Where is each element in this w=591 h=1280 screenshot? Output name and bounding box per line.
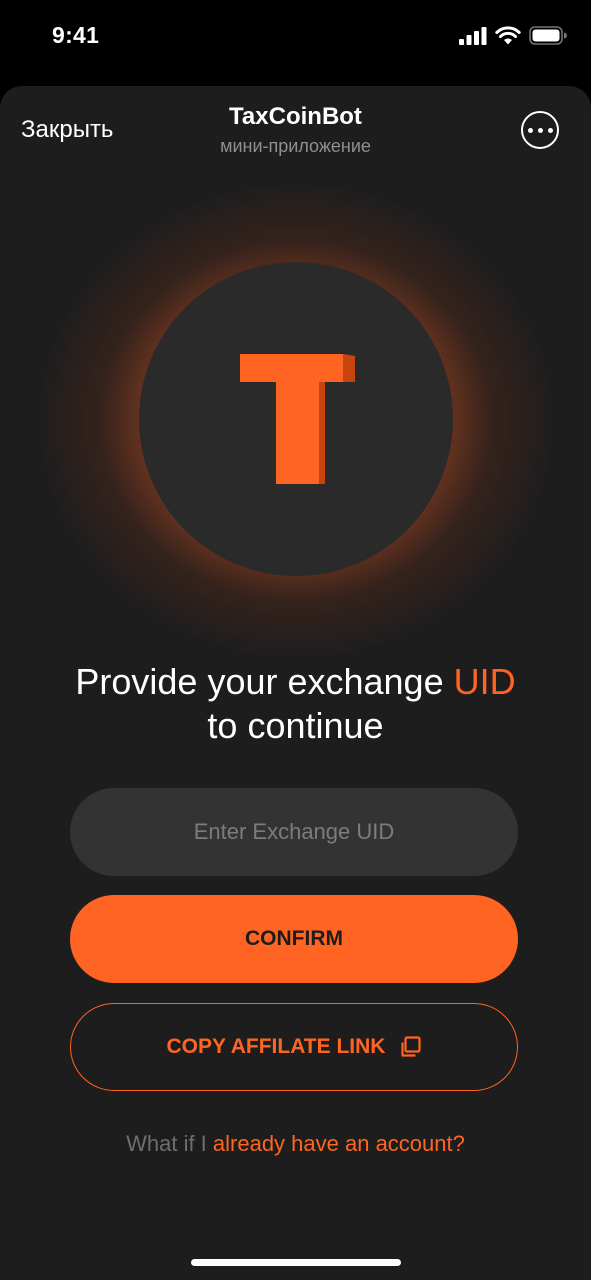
status-icons <box>459 26 567 45</box>
headline-accent: UID <box>453 661 516 702</box>
app-subtitle: мини-приложение <box>220 136 371 156</box>
affiliate-label: COPY AFFILATE LINK <box>166 1035 386 1058</box>
copy-icon <box>401 1036 422 1057</box>
copy-affiliate-link-button[interactable]: COPY AFFILATE LINK <box>70 1003 518 1091</box>
home-indicator <box>191 1259 401 1266</box>
confirm-button[interactable]: CONFIRM <box>70 895 518 983</box>
account-link-prefix: What if I <box>126 1131 213 1156</box>
taxcoin-t-logo <box>240 354 355 484</box>
headline-part1: Provide your exchange <box>75 661 454 702</box>
signal-icon <box>459 26 487 45</box>
app-title: TaxCoinBot <box>229 103 362 130</box>
dot <box>527 127 533 133</box>
dot <box>547 127 553 133</box>
battery-icon <box>529 26 567 45</box>
logo-circle <box>139 262 453 576</box>
headline-part2: to continue <box>207 705 384 746</box>
account-link-row: What if I already have an account? <box>0 1131 591 1157</box>
wifi-icon <box>495 26 521 45</box>
status-time: 9:41 <box>52 22 100 48</box>
header: Закрыть TaxCoinBot мини-приложение <box>0 86 591 166</box>
status-bar: 9:41 <box>0 0 591 86</box>
more-dots-icon[interactable] <box>521 111 559 149</box>
headline: Provide your exchange UID to continue <box>0 660 591 748</box>
uid-input[interactable] <box>70 788 518 876</box>
dot <box>537 127 543 133</box>
mini-app-sheet: Закрыть TaxCoinBot мини-приложение Provi… <box>0 86 591 1280</box>
already-have-account-link[interactable]: already have an account? <box>213 1131 465 1156</box>
